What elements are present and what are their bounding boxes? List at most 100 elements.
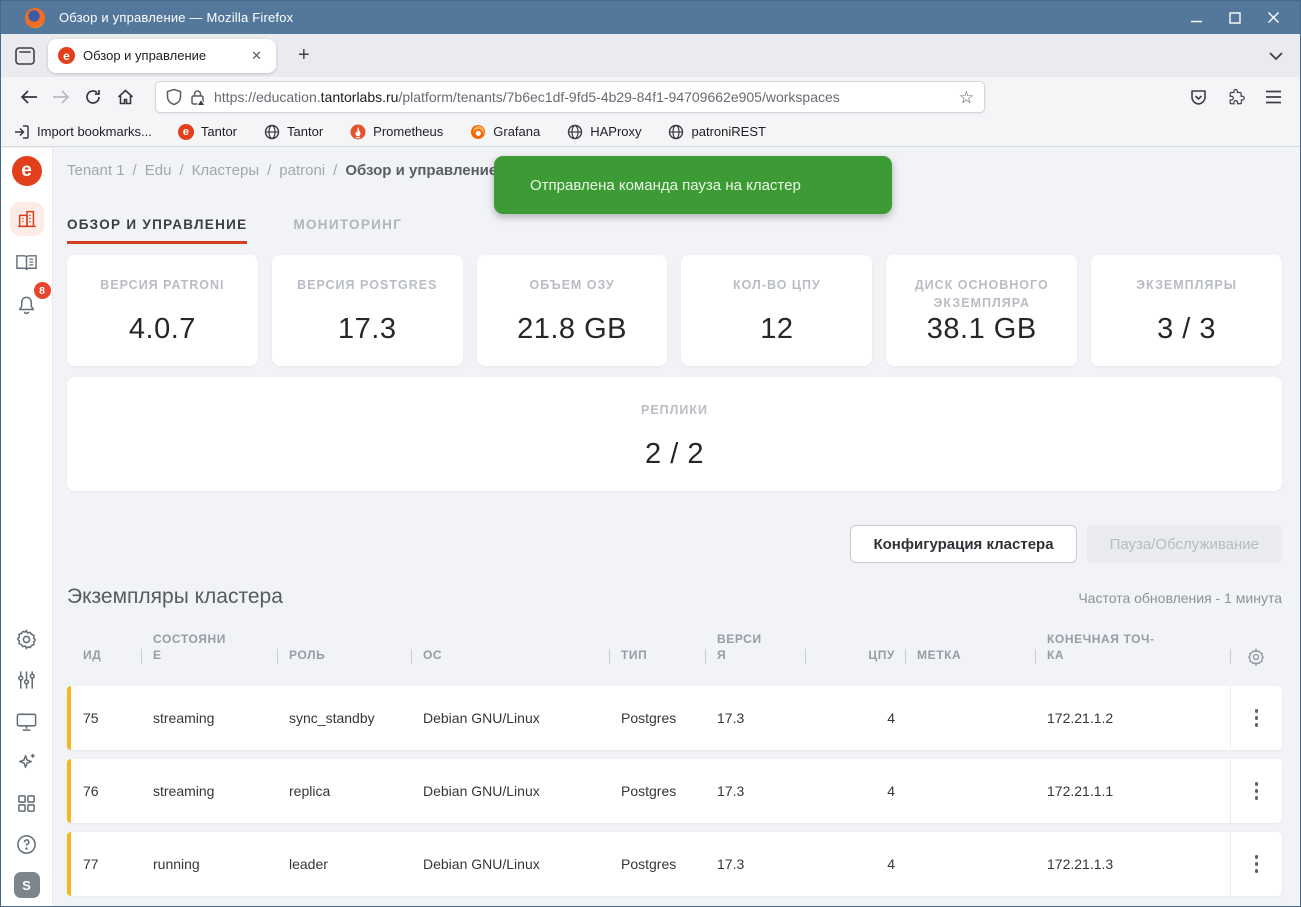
globe-icon — [668, 123, 685, 140]
bookmark-haproxy[interactable]: HAProxy — [566, 123, 641, 140]
toast-notification[interactable]: Отправлена команда пауза на кластер — [494, 156, 892, 214]
cell-role: sync_standby — [277, 710, 411, 726]
stat-card-ram: ОБЪЕМ ОЗУ 21.8 GB — [477, 255, 668, 366]
firefox-view-icon[interactable] — [10, 43, 40, 69]
ai-sparkles-icon[interactable] — [10, 745, 44, 779]
home-button[interactable] — [109, 82, 141, 112]
apps-grid-icon[interactable] — [10, 786, 44, 820]
cell-state: running — [141, 856, 277, 872]
help-icon[interactable] — [10, 827, 44, 861]
page-tabs: ОБЗОР И УПРАВЛЕНИЕ МОНИТОРИНГ — [67, 217, 1282, 244]
instances-section-header: Экземпляры кластера Частота обновления -… — [67, 585, 1282, 609]
list-tabs-chevron-icon[interactable] — [1268, 51, 1284, 61]
bookmark-grafana[interactable]: Grafana — [469, 123, 540, 140]
cluster-config-button[interactable]: Конфигурация кластера — [850, 525, 1076, 563]
cell-endpoint: 172.21.1.1 — [1035, 783, 1230, 799]
cell-state: streaming — [141, 783, 277, 799]
tab-title: Обзор и управление — [83, 48, 241, 63]
breadcrumb-item[interactable]: Tenant 1 — [67, 162, 125, 179]
bookmark-star-icon[interactable]: ☆ — [959, 89, 974, 106]
col-id[interactable]: ИД — [71, 647, 141, 677]
window-minimize-button[interactable] — [1190, 11, 1203, 24]
table-row[interactable]: 77 running leader Debian GNU/Linux Postg… — [67, 832, 1282, 896]
cell-id: 75 — [71, 710, 141, 726]
col-label[interactable]: МЕТКА — [905, 647, 1035, 677]
bookmark-tantor-2[interactable]: Tantor — [263, 123, 323, 140]
reload-button[interactable] — [77, 82, 109, 112]
user-avatar[interactable]: S — [14, 872, 40, 898]
prometheus-icon — [349, 123, 366, 140]
pause-maintenance-button[interactable]: Пауза/Обслуживание — [1087, 525, 1282, 563]
table-row[interactable]: 75 streaming sync_standby Debian GNU/Lin… — [67, 686, 1282, 750]
refresh-note: Частота обновления - 1 минута — [1078, 590, 1282, 606]
stat-card-primary-disk: ДИСК ОСНОВНОГО ЭКЗЕМПЛЯРА 38.1 GB — [886, 255, 1077, 366]
forward-button[interactable] — [45, 82, 77, 112]
cell-os: Debian GNU/Linux — [411, 783, 609, 799]
browser-nav-bar: https://education.tantorlabs.ru/platform… — [1, 77, 1300, 117]
window-close-button[interactable] — [1267, 11, 1280, 24]
url-bar[interactable]: https://education.tantorlabs.ru/platform… — [155, 81, 985, 113]
menu-hamburger-icon[interactable] — [1265, 90, 1282, 104]
bookmark-patronirest[interactable]: patroniREST — [668, 123, 766, 140]
notifications-badge: 8 — [34, 282, 51, 299]
row-menu-button[interactable] — [1230, 686, 1282, 750]
tantor-logo-icon[interactable]: e — [12, 156, 42, 186]
back-button[interactable] — [13, 82, 45, 112]
col-state[interactable]: СОСТОЯНИЕ — [141, 631, 233, 677]
window-titlebar: Обзор и управление — Mozilla Firefox — [1, 1, 1300, 34]
col-role[interactable]: РОЛЬ — [277, 647, 411, 677]
cell-os: Debian GNU/Linux — [411, 856, 609, 872]
col-cpu[interactable]: ЦПУ — [805, 647, 905, 677]
new-tab-button[interactable]: + — [290, 44, 318, 67]
pocket-shield-icon[interactable] — [1190, 89, 1207, 106]
row-menu-button[interactable] — [1230, 832, 1282, 896]
kebab-menu-icon — [1249, 776, 1265, 806]
import-icon — [13, 123, 30, 140]
url-text[interactable]: https://education.tantorlabs.ru/platform… — [214, 89, 953, 105]
breadcrumb-separator: / — [179, 162, 183, 179]
firefox-window: Обзор и управление — Mozilla Firefox e О… — [0, 0, 1301, 907]
shield-icon[interactable] — [166, 88, 182, 106]
bookmark-tantor-1[interactable]: e Tantor — [178, 124, 237, 140]
breadcrumb-separator: / — [133, 162, 137, 179]
browser-tab[interactable]: e Обзор и управление ✕ — [48, 39, 276, 73]
cell-id: 76 — [71, 783, 141, 799]
url-fade — [898, 83, 948, 111]
col-endpoint[interactable]: КОНЕЧНАЯ ТОЧ-КА — [1035, 631, 1161, 677]
table-settings-gear-icon[interactable] — [1230, 647, 1282, 677]
bookmark-import[interactable]: Import bookmarks... — [13, 123, 152, 140]
cell-cpu: 4 — [805, 856, 905, 872]
row-menu-button[interactable] — [1230, 759, 1282, 823]
settings-gear-icon[interactable] — [10, 622, 44, 656]
cell-id: 77 — [71, 856, 141, 872]
filters-sliders-icon[interactable] — [10, 663, 44, 697]
tab-monitoring[interactable]: МОНИТОРИНГ — [293, 217, 402, 244]
window-maximize-button[interactable] — [1229, 12, 1241, 24]
sidebar-item-docs[interactable] — [10, 246, 44, 280]
breadcrumb-item[interactable]: Кластеры — [192, 162, 260, 179]
monitor-icon[interactable] — [10, 704, 44, 738]
table-row[interactable]: 76 streaming replica Debian GNU/Linux Po… — [67, 759, 1282, 823]
sidebar-item-notifications[interactable]: 8 — [10, 288, 44, 322]
globe-icon — [263, 123, 280, 140]
col-os[interactable]: ОС — [411, 647, 609, 677]
tab-overview-management[interactable]: ОБЗОР И УПРАВЛЕНИЕ — [67, 217, 247, 244]
cell-endpoint: 172.21.1.3 — [1035, 856, 1230, 872]
window-title: Обзор и управление — Mozilla Firefox — [59, 10, 293, 25]
app-sidebar: e 8 — [1, 148, 53, 907]
toast-message: Отправлена команда пауза на кластер — [530, 177, 801, 194]
stat-card-patroni-version: ВЕРСИЯ PATRONI 4.0.7 — [67, 255, 258, 366]
col-type[interactable]: ТИП — [609, 647, 705, 677]
bookmark-prometheus[interactable]: Prometheus — [349, 123, 443, 140]
globe-icon — [566, 123, 583, 140]
col-version[interactable]: ВЕРСИЯ — [705, 631, 767, 677]
sidebar-item-clusters[interactable] — [10, 202, 44, 236]
cell-state: streaming — [141, 710, 277, 726]
cell-role: replica — [277, 783, 411, 799]
lock-warning-icon[interactable] — [190, 89, 206, 106]
breadcrumb-item[interactable]: Edu — [145, 162, 172, 179]
tab-close-icon[interactable]: ✕ — [247, 46, 266, 66]
extensions-puzzle-icon[interactable] — [1227, 88, 1245, 106]
instances-table-header: ИД СОСТОЯНИЕ РОЛЬ ОС ТИП ВЕРСИЯ ЦПУ МЕТК… — [67, 625, 1282, 677]
breadcrumb-item[interactable]: patroni — [279, 162, 325, 179]
